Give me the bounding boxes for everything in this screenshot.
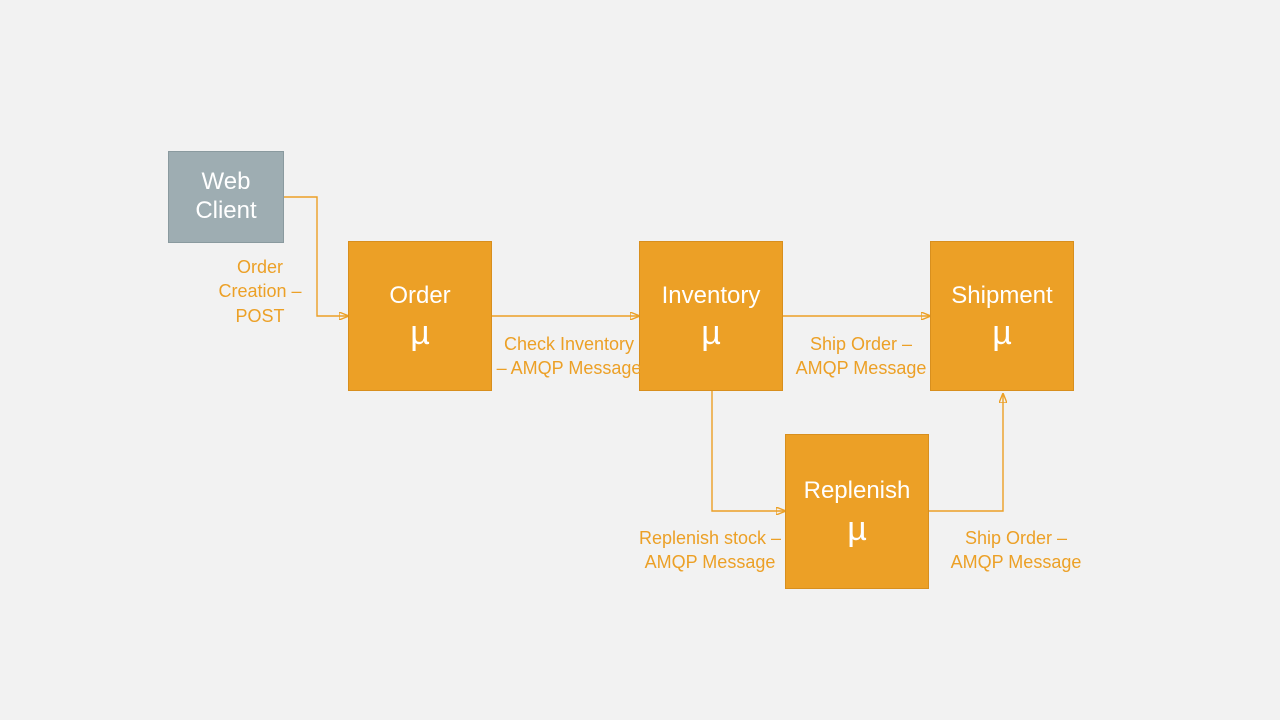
edge-label-order-to-inventory: Check Inventory– AMQP Message bbox=[494, 332, 644, 381]
node-replenish-label: Replenish bbox=[804, 477, 911, 506]
node-order: Order µ bbox=[348, 241, 492, 391]
node-replenish-mu: µ bbox=[847, 512, 867, 546]
node-web-client: WebClient bbox=[168, 151, 284, 243]
node-shipment-mu: µ bbox=[992, 316, 1012, 350]
node-inventory: Inventory µ bbox=[639, 241, 783, 391]
node-shipment-label: Shipment bbox=[951, 282, 1052, 311]
node-replenish: Replenish µ bbox=[785, 434, 929, 589]
edge-label-replenish-to-shipment: Ship Order –AMQP Message bbox=[936, 526, 1096, 575]
arrow-replenish-to-shipment bbox=[929, 394, 1003, 511]
node-order-label: Order bbox=[389, 282, 450, 311]
node-inventory-mu: µ bbox=[701, 316, 721, 350]
edge-label-web-to-order: OrderCreation –POST bbox=[200, 255, 320, 328]
edge-label-inventory-to-shipment: Ship Order –AMQP Message bbox=[786, 332, 936, 381]
node-web-client-label: WebClient bbox=[195, 168, 256, 226]
edge-label-inventory-to-replenish: Replenish stock –AMQP Message bbox=[630, 526, 790, 575]
node-order-mu: µ bbox=[410, 316, 430, 350]
node-inventory-label: Inventory bbox=[662, 282, 761, 311]
node-shipment: Shipment µ bbox=[930, 241, 1074, 391]
arrow-inventory-to-replenish bbox=[712, 391, 785, 511]
